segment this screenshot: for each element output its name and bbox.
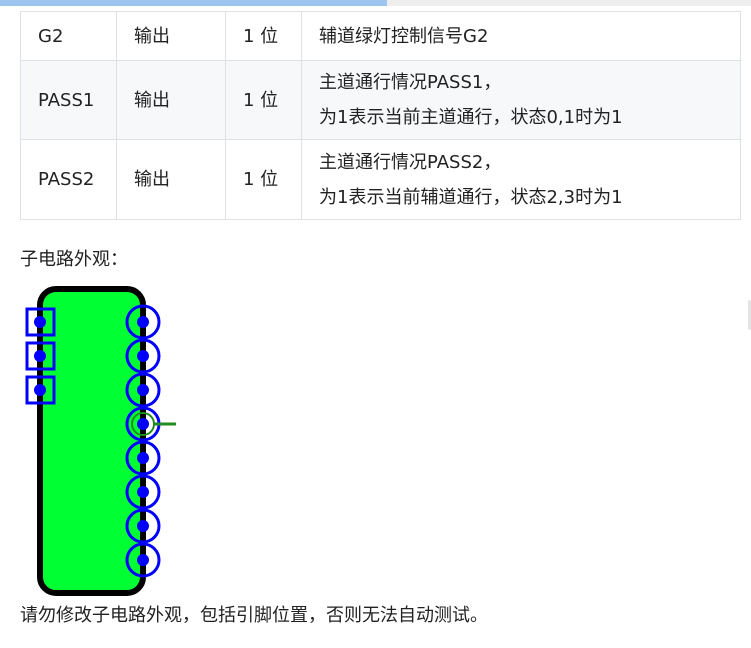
output-pin-dot — [137, 554, 149, 566]
input-pin-dot — [34, 350, 46, 362]
reading-progress-bar — [0, 0, 387, 6]
pin-direction-cell: 输出 — [116, 139, 226, 220]
pin-name-cell: PASS1 — [20, 60, 117, 140]
pin-description-cell: 主道通行情况PASS2， 为1表示当前辅道通行，状态2,3时为1 — [301, 139, 741, 220]
pin-width-cell: 1 位 — [225, 139, 302, 220]
table-row: G2 输出 1 位 辅道绿灯控制信号G2 — [20, 11, 741, 61]
output-pin-dot — [137, 520, 149, 532]
pin-width-cell: 1 位 — [225, 60, 302, 140]
pin-description-cell: 辅道绿灯控制信号G2 — [301, 11, 741, 61]
pin-name-cell: PASS2 — [20, 139, 117, 220]
circuit-caption: 子电路外观： — [20, 249, 128, 270]
pin-description-cell: 主道通行情况PASS1， 为1表示当前主道通行，状态0,1时为1 — [301, 60, 741, 140]
description-line: 为1表示当前主道通行，状态0,1时为1 — [319, 107, 623, 128]
table-row: PASS2 输出 1 位 主道通行情况PASS2， 为1表示当前辅道通行，状态2… — [20, 139, 741, 220]
output-pin-dot — [137, 486, 149, 498]
output-pin-dot — [137, 384, 149, 396]
pin-direction-cell: 输出 — [116, 11, 226, 61]
description-line: 为1表示当前辅道通行，状态2,3时为1 — [319, 186, 623, 208]
pin-direction-cell: 输出 — [116, 60, 226, 140]
output-pin-dot — [137, 316, 149, 328]
output-pin-dot — [137, 418, 149, 430]
output-pin-dot — [137, 350, 149, 362]
warning-note: 请勿修改子电路外观，包括引脚位置，否则无法自动测试。 — [20, 605, 488, 626]
input-pin-dot — [34, 384, 46, 396]
subcircuit-appearance-image — [20, 276, 176, 600]
pin-width-cell: 1 位 — [225, 11, 302, 61]
output-pin-dot — [137, 452, 149, 464]
pin-table: G2 输出 1 位 辅道绿灯控制信号G2 PASS1 输出 1 位 主道通行情况… — [20, 11, 741, 220]
table-row: PASS1 输出 1 位 主道通行情况PASS1， 为1表示当前主道通行，状态0… — [20, 60, 741, 140]
pin-name-cell: G2 — [20, 11, 117, 61]
description-line: 辅道绿灯控制信号G2 — [319, 25, 489, 47]
input-pin-dot — [34, 316, 46, 328]
description-line: 主道通行情况PASS2， — [319, 151, 502, 173]
description-line: 主道通行情况PASS1， — [319, 72, 502, 93]
